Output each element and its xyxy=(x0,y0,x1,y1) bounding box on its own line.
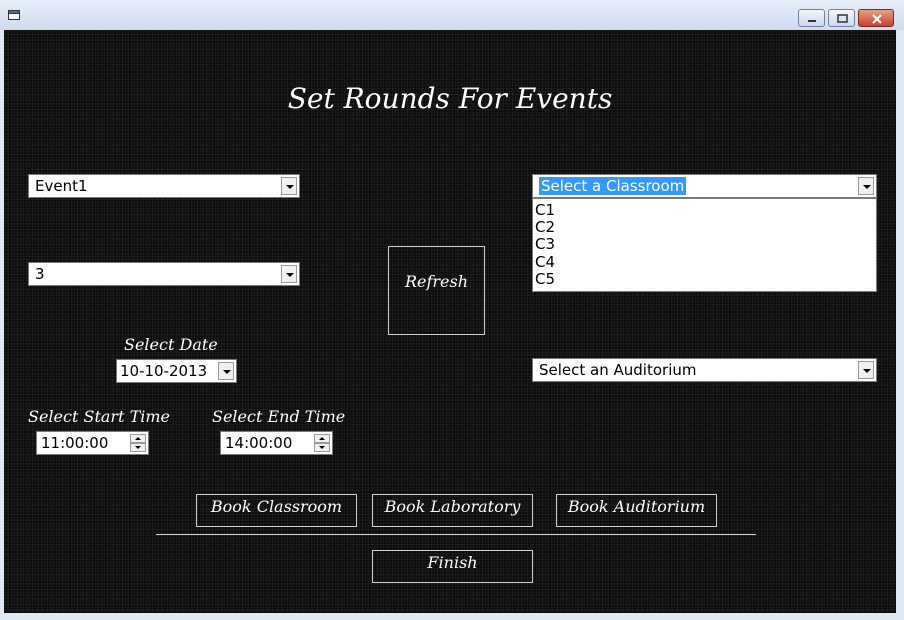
end-time-picker[interactable]: 14:00:00 xyxy=(220,431,333,455)
maximize-button[interactable] xyxy=(828,9,855,27)
classroom-option-c1[interactable]: C1 xyxy=(535,201,555,219)
book-auditorium-button[interactable]: Book Auditorium xyxy=(556,494,717,527)
calendar-dropdown-icon[interactable] xyxy=(218,362,234,380)
classroom-select[interactable]: Select a Classroom xyxy=(532,174,877,198)
spin-up-icon[interactable] xyxy=(314,434,330,443)
maximize-icon xyxy=(837,14,848,23)
spin-down-icon[interactable] xyxy=(130,443,146,452)
page-title: Set Rounds For Events xyxy=(287,82,613,115)
auditorium-select-value: Select an Auditorium xyxy=(539,361,697,379)
date-picker[interactable]: 10-10-2013 xyxy=(116,359,237,383)
event-select[interactable]: Event1 xyxy=(28,174,300,198)
chevron-down-icon[interactable] xyxy=(858,177,874,195)
select-end-time-label: Select End Time xyxy=(212,407,346,426)
chevron-down-icon[interactable] xyxy=(858,361,874,379)
classroom-option-c5[interactable]: C5 xyxy=(535,270,555,288)
close-button[interactable] xyxy=(858,9,894,27)
select-start-time-label: Select Start Time xyxy=(28,407,171,426)
refresh-button[interactable]: Refresh xyxy=(388,246,485,335)
minimize-icon xyxy=(808,20,816,22)
app-icon xyxy=(8,10,20,20)
classroom-option-c2[interactable]: C2 xyxy=(535,218,555,236)
close-icon xyxy=(872,14,882,24)
auditorium-select[interactable]: Select an Auditorium xyxy=(532,358,877,382)
classroom-dropdown-list: C1 C2 C3 C4 C5 xyxy=(532,198,877,292)
classroom-select-text: Select a Classroom xyxy=(539,177,687,195)
end-time-value: 14:00:00 xyxy=(225,434,293,452)
minimize-button[interactable] xyxy=(798,9,825,27)
book-classroom-button[interactable]: Book Classroom xyxy=(196,494,357,527)
chevron-down-icon[interactable] xyxy=(281,177,297,195)
start-time-value: 11:00:00 xyxy=(41,434,109,452)
rounds-select-value: 3 xyxy=(35,265,45,283)
classroom-option-c3[interactable]: C3 xyxy=(535,235,555,253)
date-picker-value: 10-10-2013 xyxy=(120,362,208,380)
chevron-down-icon[interactable] xyxy=(281,265,297,283)
title-bar[interactable] xyxy=(0,0,904,30)
spin-down-icon[interactable] xyxy=(314,443,330,452)
book-laboratory-button[interactable]: Book Laboratory xyxy=(372,494,533,527)
event-select-value: Event1 xyxy=(35,177,88,195)
classroom-option-c4[interactable]: C4 xyxy=(535,253,555,271)
separator-line xyxy=(156,534,756,535)
form-client-area: Set Rounds For Events Event1 3 Select a … xyxy=(4,30,896,613)
spin-up-icon[interactable] xyxy=(130,434,146,443)
select-date-label: Select Date xyxy=(124,335,218,354)
rounds-select[interactable]: 3 xyxy=(28,262,300,286)
start-time-picker[interactable]: 11:00:00 xyxy=(36,431,149,455)
classroom-select-value: Select a Classroom xyxy=(539,177,687,195)
finish-button[interactable]: Finish xyxy=(372,550,533,583)
